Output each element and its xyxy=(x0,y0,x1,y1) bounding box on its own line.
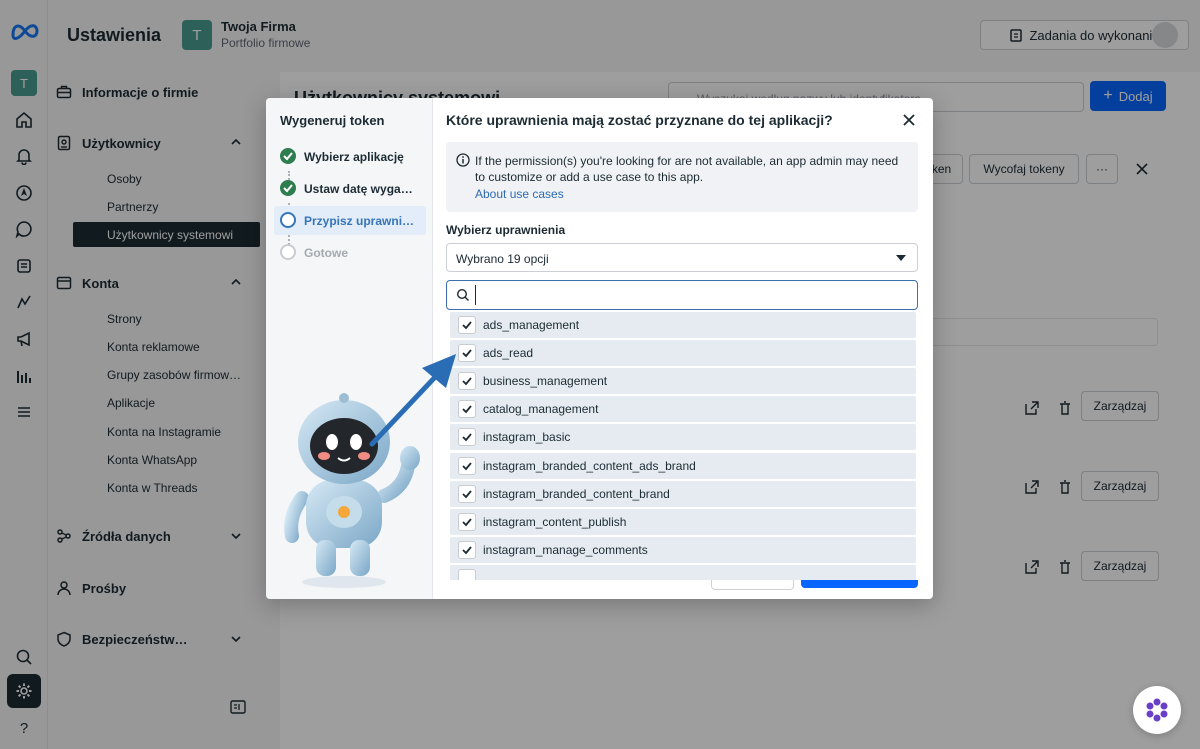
permission-option[interactable]: instagram_branded_content_ads_brand xyxy=(450,453,916,479)
checkbox-checked-icon[interactable] xyxy=(458,541,476,559)
info-icon xyxy=(456,153,470,167)
check-circle-icon xyxy=(280,180,296,196)
caret-down-icon xyxy=(896,255,906,261)
permissions-search[interactable] xyxy=(446,280,918,310)
permission-option[interactable]: instagram_branded_content_brand xyxy=(450,481,916,507)
dialog-title: Które uprawnienia mają zostać przyznane … xyxy=(446,112,833,128)
step-done: Gotowe xyxy=(274,238,426,267)
permissions-search-input[interactable] xyxy=(475,285,905,305)
checkbox-checked-icon[interactable] xyxy=(458,513,476,531)
next-button[interactable] xyxy=(801,580,918,588)
permissions-select-value: Wybrano 19 opcji xyxy=(456,252,549,266)
permissions-panel: Które uprawnienia mają zostać przyznane … xyxy=(433,98,933,599)
permission-option[interactable]: ads_read xyxy=(450,340,916,366)
permission-option[interactable]: instagram_content_publish xyxy=(450,509,916,535)
search-icon xyxy=(456,288,469,301)
permission-option[interactable]: business_management xyxy=(450,368,916,394)
wizard-title: Wygeneruj token xyxy=(280,113,385,128)
permission-option[interactable]: instagram_manage_comments xyxy=(450,537,916,563)
permission-option-partial[interactable] xyxy=(450,565,916,580)
step-choose-app[interactable]: Wybierz aplikację xyxy=(274,142,426,171)
checkbox-checked-icon[interactable] xyxy=(458,428,476,446)
permission-option[interactable]: instagram_basic xyxy=(450,424,916,450)
checkbox-checked-icon[interactable] xyxy=(458,569,476,580)
checkbox-checked-icon[interactable] xyxy=(458,344,476,362)
checkbox-checked-icon[interactable] xyxy=(458,457,476,475)
permission-option[interactable]: catalog_management xyxy=(450,396,916,422)
checkbox-checked-icon[interactable] xyxy=(458,485,476,503)
ai-assistant-button[interactable] xyxy=(1133,686,1181,734)
current-step-circle-icon xyxy=(280,212,296,228)
flower-icon xyxy=(1146,698,1168,722)
wizard-steps-panel: Wygeneruj token Wybierz aplikację Ustaw … xyxy=(266,98,433,599)
checkbox-checked-icon[interactable] xyxy=(458,400,476,418)
permissions-select[interactable]: Wybrano 19 opcji xyxy=(446,243,918,272)
step-set-expiry[interactable]: Ustaw datę wyga… xyxy=(274,174,426,203)
about-use-cases-link[interactable]: About use cases xyxy=(475,187,564,201)
checkbox-checked-icon[interactable] xyxy=(458,372,476,390)
checkbox-checked-icon[interactable] xyxy=(458,316,476,334)
permission-option[interactable]: ads_management xyxy=(450,312,916,338)
permissions-select-label: Wybierz uprawnienia xyxy=(446,223,566,237)
generate-token-dialog: Wygeneruj token Wybierz aplikację Ustaw … xyxy=(266,98,933,599)
info-banner: If the permission(s) you're looking for … xyxy=(446,142,918,212)
permissions-list: ads_management ads_read business_managem… xyxy=(446,312,918,580)
back-button[interactable] xyxy=(711,580,794,590)
step-assign-permissions[interactable]: Przypisz uprawni… xyxy=(274,206,426,235)
info-text: If the permission(s) you're looking for … xyxy=(475,154,899,184)
check-circle-icon xyxy=(280,148,296,164)
pending-step-circle-icon xyxy=(280,244,296,260)
close-icon[interactable] xyxy=(901,112,917,128)
